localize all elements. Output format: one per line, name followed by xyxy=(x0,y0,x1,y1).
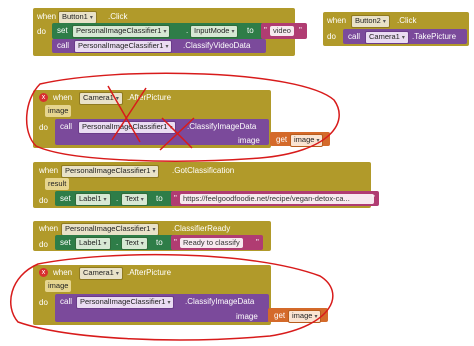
cross-mark xyxy=(107,85,147,143)
cross-mark xyxy=(159,117,195,151)
circle-annotation xyxy=(25,72,340,162)
circle-annotation xyxy=(10,253,334,341)
red-annotation-layer xyxy=(10,72,340,341)
